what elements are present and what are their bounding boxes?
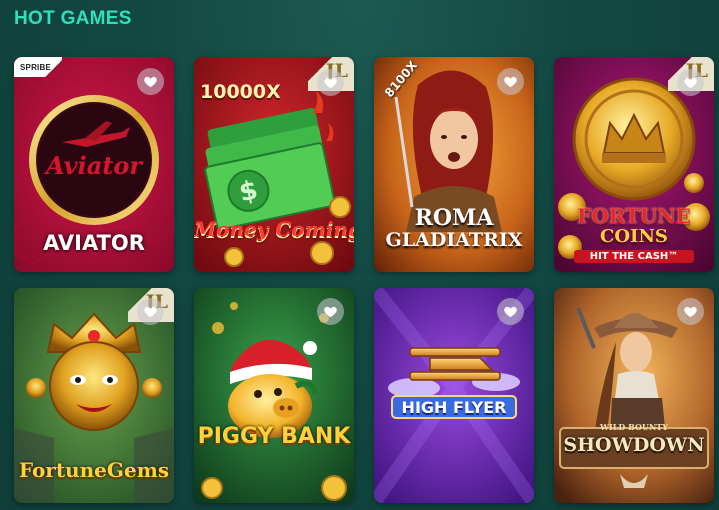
provider-badge: SPRIBE	[14, 57, 62, 77]
heart-icon	[144, 306, 157, 318]
favorite-button[interactable]	[497, 298, 524, 325]
game-title-line1: ROMA	[414, 205, 494, 231]
game-title-line1: FORTUNE	[577, 204, 691, 228]
game-card-roma-gladiatrix[interactable]: 8100X ROMA GLADIATRIX	[374, 57, 534, 272]
favorite-button[interactable]	[137, 298, 164, 325]
favorite-button[interactable]	[317, 298, 344, 325]
game-title: Money Coming	[194, 217, 354, 241]
heart-icon	[504, 306, 517, 318]
heart-icon	[684, 306, 697, 318]
game-title: HIGH FLYER	[401, 398, 507, 417]
game-subtitle: HIT THE CASH™	[574, 250, 694, 263]
favorite-button[interactable]	[677, 69, 704, 96]
game-title: AVIATOR	[43, 231, 145, 255]
game-card-aviator[interactable]: Aviator SPRIBE AVIATOR	[14, 57, 174, 272]
favorite-button[interactable]	[497, 68, 524, 95]
heart-icon	[144, 76, 157, 88]
game-card-piggy-bank[interactable]: PIGGY BANK	[194, 288, 354, 503]
game-title: PIGGY BANK	[197, 424, 351, 449]
game-title: FortuneGems	[18, 458, 170, 482]
heart-icon	[324, 77, 337, 89]
favorite-button[interactable]	[137, 68, 164, 95]
game-card-money-coming[interactable]: $ 10000X Money Coming JL	[194, 57, 354, 272]
aviator-logo-text: Aviator	[44, 151, 144, 180]
favorite-button[interactable]	[677, 298, 704, 325]
favorite-button[interactable]	[317, 69, 344, 96]
game-title-line2: COINS	[600, 226, 668, 247]
game-card-fortune-gems[interactable]: FortuneGems JL	[14, 288, 174, 503]
heart-icon	[324, 306, 337, 318]
game-title-small: WILD BOUNTY	[600, 422, 668, 432]
game-title-line2: GLADIATRIX	[385, 229, 523, 251]
multiplier-badge: 10000X	[200, 81, 281, 103]
section-title: HOT GAMES	[14, 8, 132, 29]
heart-icon	[684, 77, 697, 89]
heart-icon	[504, 76, 517, 88]
game-card-wild-bounty-showdown[interactable]: WILD BOUNTY SHOWDOWN	[554, 288, 714, 503]
games-grid: Aviator SPRIBE AVIATOR $ 10000X Money Co…	[14, 57, 714, 503]
game-title: SHOWDOWN	[563, 434, 705, 456]
game-card-fortune-coins[interactable]: FORTUNE COINS HIT THE CASH™ JL	[554, 57, 714, 272]
game-card-high-flyer[interactable]: HIGH FLYER	[374, 288, 534, 503]
